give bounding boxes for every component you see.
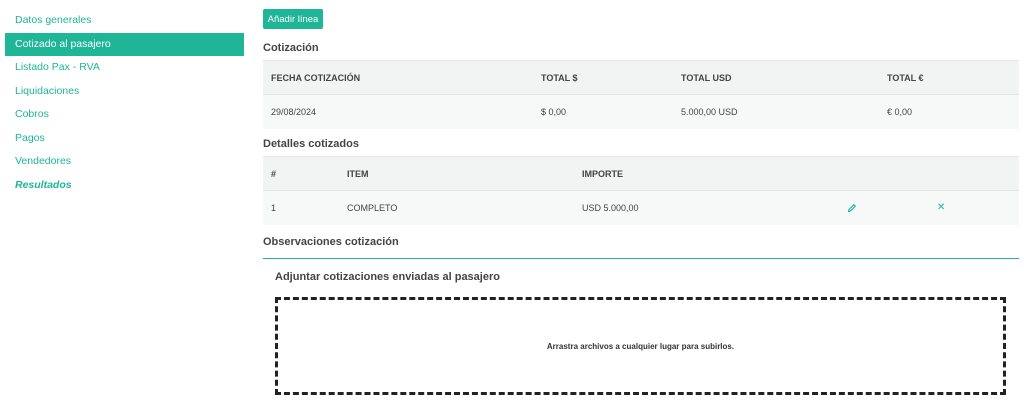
sidebar-item-liquidaciones[interactable]: Liquidaciones [5, 80, 244, 104]
column-header-total-peso: TOTAL $ [533, 60, 673, 95]
sidebar-item-vendedores[interactable]: Vendedores [5, 150, 244, 174]
detail-item-cell: COMPLETO [339, 190, 574, 225]
table-header-row: # ITEM IMPORTE [263, 156, 1019, 191]
quote-date-cell: 29/08/2024 [263, 94, 533, 129]
close-icon[interactable]: ✕ [937, 202, 945, 213]
column-header-fecha-cotizacion: FECHA COTIZACIÓN [263, 60, 533, 95]
quote-table: FECHA COTIZACIÓN TOTAL $ TOTAL USD TOTAL… [263, 60, 1019, 129]
sidebar-item-resultados[interactable]: Resultados [5, 174, 244, 198]
table-row: 29/08/2024 $ 0,00 5.000,00 USD € 0,00 [263, 94, 1019, 129]
delete-cell: ✕ [929, 190, 1019, 225]
dropzone-text: Arrastra archivos a cualquier lugar para… [546, 341, 735, 351]
detail-number-cell: 1 [263, 190, 339, 225]
column-header-number: # [263, 156, 339, 191]
column-header-item: ITEM [339, 156, 574, 191]
column-header-total-usd: TOTAL USD [673, 60, 879, 95]
column-header-edit [839, 156, 929, 191]
sidebar-item-listado-pax-rva[interactable]: Listado Pax - RVA [5, 56, 244, 80]
add-line-button[interactable]: Añadir línea [263, 9, 323, 29]
details-section-title: Detalles cotizados [263, 138, 359, 150]
quote-total-euro-cell: € 0,00 [879, 94, 1019, 129]
details-table: # ITEM IMPORTE 1 COMPLETO USD 5.000,00 ✕ [263, 156, 1019, 225]
column-header-importe: IMPORTE [574, 156, 839, 191]
quote-total-usd-cell: 5.000,00 USD [673, 94, 879, 129]
table-header-row: FECHA COTIZACIÓN TOTAL $ TOTAL USD TOTAL… [263, 60, 1019, 95]
edit-cell [839, 190, 929, 225]
sidebar-item-datos-generales[interactable]: Datos generales [5, 9, 244, 33]
pencil-icon[interactable] [847, 202, 857, 213]
sidebar-item-cobros[interactable]: Cobros [5, 103, 244, 127]
detail-amount-cell: USD 5.000,00 [574, 190, 839, 225]
divider [263, 258, 1019, 259]
sidebar-item-cotizado-al-pasajero[interactable]: Cotizado al pasajero [5, 32, 244, 56]
attachments-title: Adjuntar cotizaciones enviadas al pasaje… [275, 271, 500, 283]
column-header-delete [929, 156, 1019, 191]
sidebar-item-pagos[interactable]: Pagos [5, 127, 244, 151]
quote-total-peso-cell: $ 0,00 [533, 94, 673, 129]
observations-section-title: Observaciones cotización [263, 236, 399, 248]
table-row: 1 COMPLETO USD 5.000,00 ✕ [263, 190, 1019, 225]
column-header-total-euro: TOTAL € [879, 60, 1019, 95]
quote-section-title: Cotización [263, 42, 319, 54]
file-dropzone[interactable]: Arrastra archivos a cualquier lugar para… [275, 297, 1006, 395]
sidebar-nav: Datos generales Cotizado al pasajero Lis… [5, 9, 244, 197]
